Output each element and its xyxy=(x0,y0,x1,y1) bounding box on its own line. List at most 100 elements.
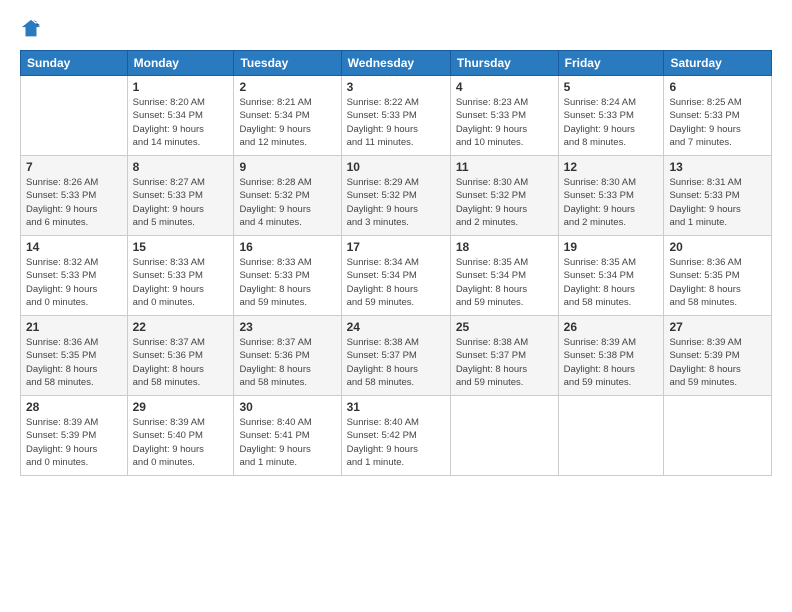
day-number: 13 xyxy=(669,160,766,174)
day-number: 3 xyxy=(347,80,445,94)
day-number: 26 xyxy=(564,320,659,334)
calendar-cell: 21 Sunrise: 8:36 AM Sunset: 5:35 PM Dayli… xyxy=(21,316,128,396)
day-info: Sunrise: 8:31 AM Sunset: 5:33 PM Dayligh… xyxy=(669,176,766,229)
day-number: 17 xyxy=(347,240,445,254)
day-info: Sunrise: 8:39 AM Sunset: 5:40 PM Dayligh… xyxy=(133,416,229,469)
calendar-cell: 23 Sunrise: 8:37 AM Sunset: 5:36 PM Dayli… xyxy=(234,316,341,396)
weekday-header-friday: Friday xyxy=(558,51,664,76)
day-info: Sunrise: 8:39 AM Sunset: 5:39 PM Dayligh… xyxy=(669,336,766,389)
day-info: Sunrise: 8:34 AM Sunset: 5:34 PM Dayligh… xyxy=(347,256,445,309)
day-info: Sunrise: 8:24 AM Sunset: 5:33 PM Dayligh… xyxy=(564,96,659,149)
week-row-3: 14 Sunrise: 8:32 AM Sunset: 5:33 PM Dayli… xyxy=(21,236,772,316)
calendar-cell: 3 Sunrise: 8:22 AM Sunset: 5:33 PM Daylig… xyxy=(341,76,450,156)
weekday-header-tuesday: Tuesday xyxy=(234,51,341,76)
day-info: Sunrise: 8:40 AM Sunset: 5:42 PM Dayligh… xyxy=(347,416,445,469)
day-number: 12 xyxy=(564,160,659,174)
calendar-cell: 31 Sunrise: 8:40 AM Sunset: 5:42 PM Dayli… xyxy=(341,396,450,476)
calendar-cell: 7 Sunrise: 8:26 AM Sunset: 5:33 PM Daylig… xyxy=(21,156,128,236)
calendar-cell: 11Sunrise: 8:30 AM Sunset: 5:32 PM Dayli… xyxy=(450,156,558,236)
calendar-cell: 6 Sunrise: 8:25 AM Sunset: 5:33 PM Daylig… xyxy=(664,76,772,156)
day-number: 15 xyxy=(133,240,229,254)
day-number: 16 xyxy=(239,240,335,254)
day-info: Sunrise: 8:30 AM Sunset: 5:32 PM Dayligh… xyxy=(456,176,553,229)
day-number: 23 xyxy=(239,320,335,334)
day-number: 30 xyxy=(239,400,335,414)
day-number: 21 xyxy=(26,320,122,334)
calendar-cell: 17 Sunrise: 8:34 AM Sunset: 5:34 PM Dayli… xyxy=(341,236,450,316)
day-number: 7 xyxy=(26,160,122,174)
day-number: 29 xyxy=(133,400,229,414)
day-info: Sunrise: 8:30 AM Sunset: 5:33 PM Dayligh… xyxy=(564,176,659,229)
day-info: Sunrise: 8:29 AM Sunset: 5:32 PM Dayligh… xyxy=(347,176,445,229)
day-number: 14 xyxy=(26,240,122,254)
calendar-cell: 30 Sunrise: 8:40 AM Sunset: 5:41 PM Dayli… xyxy=(234,396,341,476)
calendar-cell xyxy=(664,396,772,476)
calendar-cell: 29 Sunrise: 8:39 AM Sunset: 5:40 PM Dayli… xyxy=(127,396,234,476)
day-info: Sunrise: 8:33 AM Sunset: 5:33 PM Dayligh… xyxy=(133,256,229,309)
calendar-cell: 19 Sunrise: 8:35 AM Sunset: 5:34 PM Dayli… xyxy=(558,236,664,316)
day-info: Sunrise: 8:40 AM Sunset: 5:41 PM Dayligh… xyxy=(239,416,335,469)
day-info: Sunrise: 8:37 AM Sunset: 5:36 PM Dayligh… xyxy=(239,336,335,389)
calendar-cell: 2Sunrise: 8:21 AM Sunset: 5:34 PM Daylig… xyxy=(234,76,341,156)
page: SundayMondayTuesdayWednesdayThursdayFrid… xyxy=(0,0,792,612)
calendar-cell xyxy=(558,396,664,476)
logo-icon xyxy=(20,18,42,40)
calendar-cell: 26Sunrise: 8:39 AM Sunset: 5:38 PM Dayli… xyxy=(558,316,664,396)
calendar-cell: 25Sunrise: 8:38 AM Sunset: 5:37 PM Dayli… xyxy=(450,316,558,396)
calendar-cell xyxy=(450,396,558,476)
day-info: Sunrise: 8:22 AM Sunset: 5:33 PM Dayligh… xyxy=(347,96,445,149)
day-number: 24 xyxy=(347,320,445,334)
day-number: 10 xyxy=(347,160,445,174)
day-number: 1 xyxy=(133,80,229,94)
day-info: Sunrise: 8:35 AM Sunset: 5:34 PM Dayligh… xyxy=(564,256,659,309)
day-number: 18 xyxy=(456,240,553,254)
day-number: 9 xyxy=(239,160,335,174)
day-info: Sunrise: 8:32 AM Sunset: 5:33 PM Dayligh… xyxy=(26,256,122,309)
day-number: 19 xyxy=(564,240,659,254)
day-info: Sunrise: 8:25 AM Sunset: 5:33 PM Dayligh… xyxy=(669,96,766,149)
week-row-1: 1Sunrise: 8:20 AM Sunset: 5:34 PM Daylig… xyxy=(21,76,772,156)
day-number: 31 xyxy=(347,400,445,414)
calendar-cell: 18Sunrise: 8:35 AM Sunset: 5:34 PM Dayli… xyxy=(450,236,558,316)
calendar-cell: 1Sunrise: 8:20 AM Sunset: 5:34 PM Daylig… xyxy=(127,76,234,156)
weekday-header-row: SundayMondayTuesdayWednesdayThursdayFrid… xyxy=(21,51,772,76)
calendar-cell: 24Sunrise: 8:38 AM Sunset: 5:37 PM Dayli… xyxy=(341,316,450,396)
calendar-cell: 9 Sunrise: 8:28 AM Sunset: 5:32 PM Daylig… xyxy=(234,156,341,236)
day-number: 22 xyxy=(133,320,229,334)
day-number: 6 xyxy=(669,80,766,94)
day-number: 28 xyxy=(26,400,122,414)
day-info: Sunrise: 8:27 AM Sunset: 5:33 PM Dayligh… xyxy=(133,176,229,229)
week-row-5: 28 Sunrise: 8:39 AM Sunset: 5:39 PM Dayli… xyxy=(21,396,772,476)
weekday-header-thursday: Thursday xyxy=(450,51,558,76)
calendar-cell: 15 Sunrise: 8:33 AM Sunset: 5:33 PM Dayli… xyxy=(127,236,234,316)
day-info: Sunrise: 8:33 AM Sunset: 5:33 PM Dayligh… xyxy=(239,256,335,309)
day-info: Sunrise: 8:26 AM Sunset: 5:33 PM Dayligh… xyxy=(26,176,122,229)
weekday-header-saturday: Saturday xyxy=(664,51,772,76)
day-info: Sunrise: 8:38 AM Sunset: 5:37 PM Dayligh… xyxy=(456,336,553,389)
calendar-cell: 8 Sunrise: 8:27 AM Sunset: 5:33 PM Daylig… xyxy=(127,156,234,236)
calendar-cell: 13 Sunrise: 8:31 AM Sunset: 5:33 PM Dayli… xyxy=(664,156,772,236)
weekday-header-monday: Monday xyxy=(127,51,234,76)
week-row-4: 21 Sunrise: 8:36 AM Sunset: 5:35 PM Dayli… xyxy=(21,316,772,396)
day-info: Sunrise: 8:39 AM Sunset: 5:39 PM Dayligh… xyxy=(26,416,122,469)
weekday-header-wednesday: Wednesday xyxy=(341,51,450,76)
day-info: Sunrise: 8:28 AM Sunset: 5:32 PM Dayligh… xyxy=(239,176,335,229)
day-number: 27 xyxy=(669,320,766,334)
calendar-cell xyxy=(21,76,128,156)
day-info: Sunrise: 8:21 AM Sunset: 5:34 PM Dayligh… xyxy=(239,96,335,149)
calendar-cell: 22Sunrise: 8:37 AM Sunset: 5:36 PM Dayli… xyxy=(127,316,234,396)
day-info: Sunrise: 8:36 AM Sunset: 5:35 PM Dayligh… xyxy=(669,256,766,309)
calendar-cell: 27 Sunrise: 8:39 AM Sunset: 5:39 PM Dayli… xyxy=(664,316,772,396)
calendar: SundayMondayTuesdayWednesdayThursdayFrid… xyxy=(20,50,772,476)
day-number: 8 xyxy=(133,160,229,174)
day-info: Sunrise: 8:36 AM Sunset: 5:35 PM Dayligh… xyxy=(26,336,122,389)
calendar-cell: 14 Sunrise: 8:32 AM Sunset: 5:33 PM Dayli… xyxy=(21,236,128,316)
day-number: 20 xyxy=(669,240,766,254)
day-number: 4 xyxy=(456,80,553,94)
calendar-cell: 4Sunrise: 8:23 AM Sunset: 5:33 PM Daylig… xyxy=(450,76,558,156)
calendar-cell: 12 Sunrise: 8:30 AM Sunset: 5:33 PM Dayli… xyxy=(558,156,664,236)
calendar-cell: 28 Sunrise: 8:39 AM Sunset: 5:39 PM Dayli… xyxy=(21,396,128,476)
calendar-cell: 5Sunrise: 8:24 AM Sunset: 5:33 PM Daylig… xyxy=(558,76,664,156)
calendar-cell: 10 Sunrise: 8:29 AM Sunset: 5:32 PM Dayli… xyxy=(341,156,450,236)
calendar-cell: 20 Sunrise: 8:36 AM Sunset: 5:35 PM Dayli… xyxy=(664,236,772,316)
